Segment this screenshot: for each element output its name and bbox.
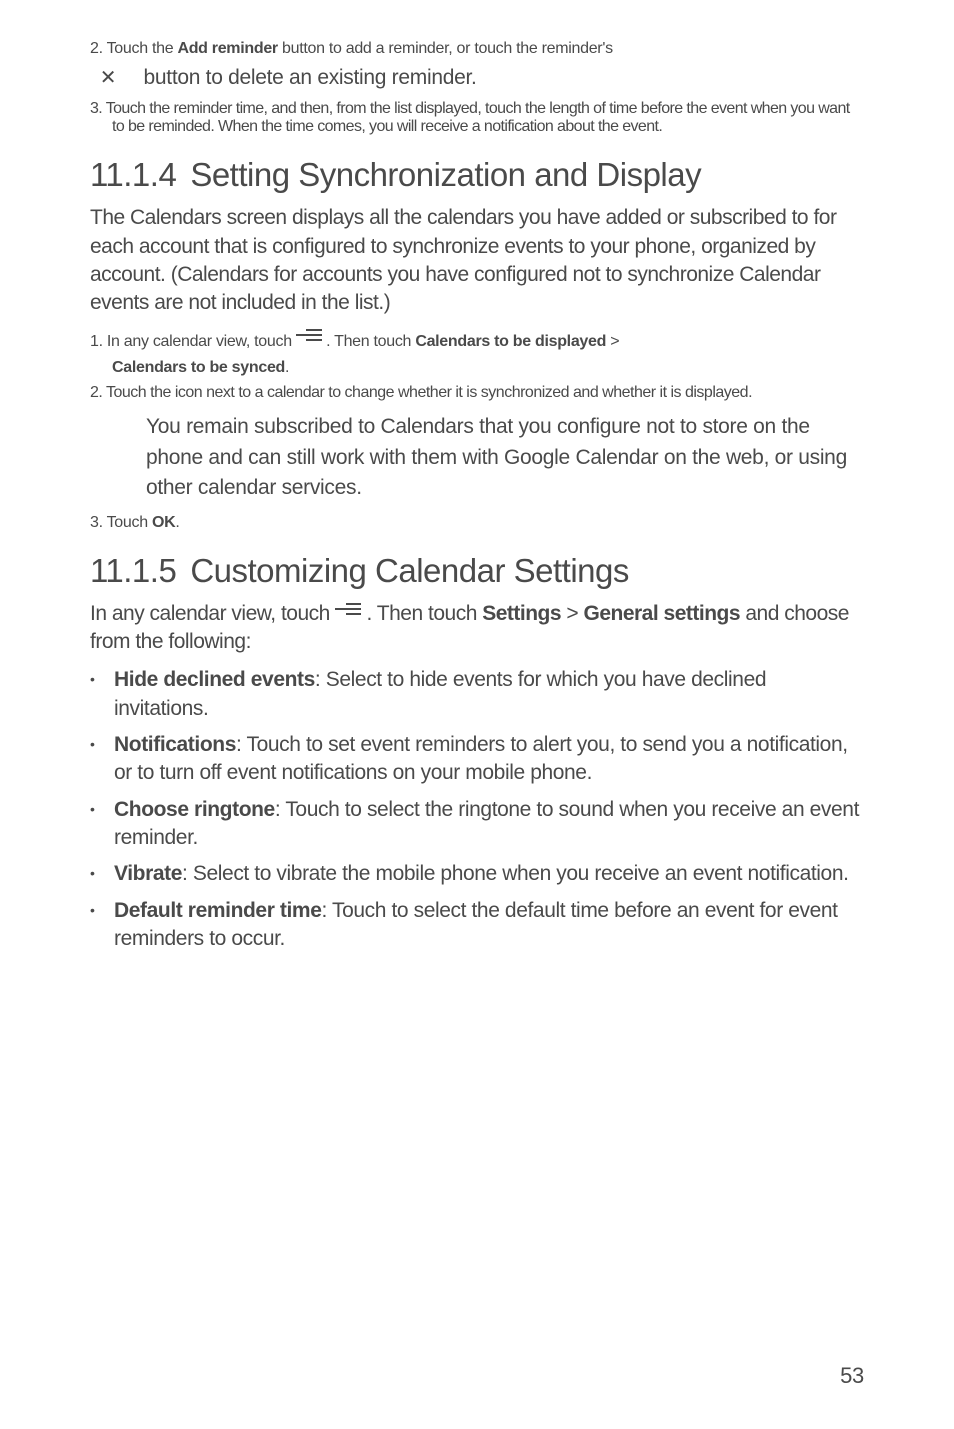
- sec114-step2-text: Touch the icon next to a calendar to cha…: [102, 384, 752, 401]
- li0-bold: Hide declined events: [114, 668, 315, 691]
- step-2-bold: Add reminder: [177, 40, 277, 57]
- close-icon: ✕: [112, 65, 138, 92]
- sec114-step3-num: 3.: [90, 514, 103, 531]
- step-2-text-post: button to add a reminder, or touch the r…: [278, 40, 613, 57]
- list-item: •Default reminder time: Touch to select …: [90, 897, 864, 954]
- sec114-step2-note: You remain subscribed to Calendars that …: [90, 412, 864, 503]
- bullet-icon: •: [90, 800, 114, 819]
- bullet-icon: •: [90, 864, 114, 883]
- heading-11-1-4: 11.1.4 Setting Synchronization and Displa…: [90, 156, 864, 194]
- bullet-icon: •: [90, 901, 114, 920]
- sec115-intro-gt: >: [561, 602, 583, 625]
- heading-11-1-4-num: 11.1.4: [90, 156, 176, 193]
- heading-11-1-5-title: Customizing Calendar Settings: [190, 552, 629, 589]
- li3-rest: : Select to vibrate the mobile phone whe…: [182, 862, 849, 885]
- sec114-step3: 3. Touch OK.: [90, 514, 864, 532]
- step-2-number: 2.: [90, 40, 103, 57]
- sec114-step1: 1. In any calendar view, touch . Then to…: [90, 328, 864, 351]
- li1-bold: Notifications: [114, 733, 236, 756]
- heading-11-1-5: 11.1.5 Customizing Calendar Settings: [90, 552, 864, 590]
- bullet-icon: •: [90, 735, 114, 754]
- list-item: •Notifications: Touch to set event remin…: [90, 731, 864, 788]
- section-11-1-4-intro: The Calendars screen displays all the ca…: [90, 204, 864, 317]
- sec115-intro-pre: In any calendar view, touch: [90, 602, 335, 625]
- step-2-line2: ✕ button to delete an existing reminder.: [90, 64, 864, 92]
- sec114-step1-pre: In any calendar view, touch: [103, 333, 296, 350]
- menu-icon: [296, 329, 322, 347]
- list-item: •Hide declined events: Select to hide ev…: [90, 666, 864, 723]
- sec115-intro-b2: General settings: [583, 602, 740, 625]
- page-number: 53: [840, 1363, 864, 1389]
- step-3-number: 3.: [90, 100, 102, 117]
- sec114-step1-continue: Calendars to be synced.: [90, 357, 864, 379]
- step-3: 3. Touch the reminder time, and then, fr…: [90, 100, 864, 136]
- step-2-text-pre: Touch the: [103, 40, 178, 57]
- sec115-intro-b1: Settings: [482, 602, 561, 625]
- sec114-step1-gt: >: [606, 333, 619, 350]
- heading-11-1-4-title: Setting Synchronization and Display: [190, 156, 701, 193]
- menu-icon: [335, 603, 361, 621]
- sec114-step1-bold2: Calendars to be synced: [112, 359, 285, 376]
- sec114-step3-bold: OK: [152, 514, 175, 531]
- sec114-step1-mid: . Then touch: [322, 333, 415, 350]
- sec114-step1-end: .: [285, 359, 289, 376]
- section-11-1-5-intro: In any calendar view, touch . Then touch…: [90, 600, 864, 657]
- li2-bold: Choose ringtone: [114, 798, 275, 821]
- list-item: •Vibrate: Select to vibrate the mobile p…: [90, 860, 864, 888]
- sec114-step3-end: .: [175, 514, 179, 531]
- step-2-line1: 2. Touch the Add reminder button to add …: [90, 40, 864, 58]
- li4-bold: Default reminder time: [114, 899, 322, 922]
- bullet-icon: •: [90, 670, 114, 689]
- sec115-intro-mid: . Then touch: [361, 602, 482, 625]
- li3-bold: Vibrate: [114, 862, 182, 885]
- sec114-step1-num: 1.: [90, 333, 103, 350]
- step-2-line2-text: button to delete an existing reminder.: [138, 66, 477, 89]
- heading-11-1-5-num: 11.1.5: [90, 552, 176, 589]
- sec114-step2: 2. Touch the icon next to a calendar to …: [90, 384, 864, 402]
- sec114-step3-pre: Touch: [103, 514, 152, 531]
- sec114-step1-bold1: Calendars to be displayed: [415, 333, 606, 350]
- sec114-step2-num: 2.: [90, 384, 102, 401]
- list-item: •Choose ringtone: Touch to select the ri…: [90, 796, 864, 853]
- step-3-text: Touch the reminder time, and then, from …: [102, 100, 849, 135]
